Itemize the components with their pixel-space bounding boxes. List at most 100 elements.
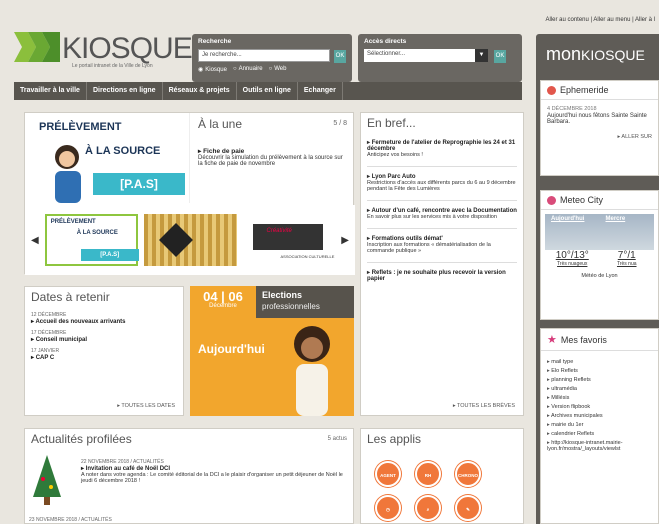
logo-name: KIOSQUE [62,32,193,65]
elections-date: 04 | 06 Décembre [190,286,256,318]
en-bref-item[interactable]: Autour d'un café, rencontre avec la Docu… [361,201,523,220]
alaune-item-title[interactable]: ▸ Fiche de paie [198,147,347,155]
favoris-list: mail type Elo Reflets planning Reflets u… [541,351,658,459]
thumb-pas[interactable]: PRÉLÈVEMENT À LA SOURCE [P.A.S] [44,214,139,266]
app-clock-icon[interactable]: ◷ [375,495,401,521]
meteo-temp2: 7°/1 [617,250,636,261]
app-rh-icon[interactable]: RH [415,461,441,487]
app-chrono-icon[interactable]: CHRONO [455,461,481,487]
meteo-day1[interactable]: Aujourd'hui [545,214,600,250]
thumb-creativite[interactable]: Créativité ASSOCIATION CULTURELLE [242,214,336,266]
hexagon-icon [158,223,193,257]
meteo-sub2: Très nua [616,261,637,267]
ephemeride-card: Ephemeride 4 DÉCEMBRE 2018 Aujourd'hui n… [540,80,659,176]
alaune-title: À la une [198,117,243,131]
acces-directs-panel: Accès directs Sélectionner... ▼ OK [358,34,522,82]
next-arrow-icon[interactable]: ▶ [341,235,349,246]
search-ok-button[interactable]: OK [334,50,346,63]
date-item[interactable]: 12 DÉCEMBREAccueil des nouveaux arrivant… [25,307,183,325]
favoris-item[interactable]: http://kiosque-intranet.mairie-lyon.fr/m… [547,438,652,453]
favoris-title: Mes favoris [560,334,607,345]
woman-photo-icon [294,326,330,416]
search-input[interactable]: Je recherche... [198,49,330,62]
alaune-count: 5 / 8 [333,120,347,127]
date-item[interactable]: 17 JANVIERCAP C [25,343,183,361]
favoris-item[interactable]: Archives municipales [547,411,652,420]
pas-line1: PRÉLÈVEMENT [39,121,122,133]
radio-annuaire[interactable]: Annuaire [233,66,263,73]
christmas-tree-icon [33,455,61,505]
acces-label: Accès directs [364,38,407,45]
chevron-down-icon[interactable]: ▼ [475,49,488,62]
dates-title: Dates à retenir [31,290,110,304]
elections-banner[interactable]: 04 | 06 Décembre Elections professionnell… [190,286,354,416]
logo-subtitle: Le portail intranet de la Ville de Lyon [72,63,153,69]
woman-illustration-icon [55,145,81,203]
acces-ok-button[interactable]: OK [494,50,506,63]
en-bref-panel: En bref... Fermeture de l'atelier de Rep… [360,112,524,416]
en-bref-item[interactable]: Fermeture de l'atelier de Reprographie l… [361,133,523,158]
acces-select[interactable]: Sélectionner... ▼ [364,49,488,62]
search-scope: Kiosque Annuaire Web [198,66,346,73]
favoris-item[interactable]: Version flipbook [547,402,652,411]
thumb-pas-a: PRÉLÈVEMENT [50,219,96,225]
nav-item-directions[interactable]: Directions en ligne [87,82,163,100]
thumb-lumieres[interactable] [143,214,237,266]
en-bref-item[interactable]: Reflets : je ne souhaite plus recevoir l… [361,263,523,282]
en-bref-item[interactable]: Lyon Parc AutoRestrictions d'accès aux d… [361,167,523,192]
meteo-temp1: 10°/13° [555,250,589,261]
actu-title: Actualités profilées [31,432,132,446]
radio-kiosque[interactable]: Kiosque [198,66,227,73]
pas-line2: À LA SOURCE [85,145,161,157]
favoris-item[interactable]: calendrier Reflets [547,429,652,438]
skip-links[interactable]: Aller au contenu | Aller au menu | Aller… [545,17,655,23]
nav-item-outils[interactable]: Outils en ligne [237,82,298,100]
favoris-item[interactable]: Millésis [547,393,652,402]
thumb-creativite-text: Créativité [266,228,292,234]
app-agent-icon[interactable]: AGENT [375,461,401,487]
radio-web[interactable]: Web [269,66,286,73]
thumb-pas-b: À LA SOURCE [76,230,118,236]
dates-panel: Dates à retenir 12 DÉCEMBREAccueil des n… [24,286,184,416]
actu-count: 5 actus [327,436,347,442]
ephemeride-title: Ephemeride [560,85,609,95]
pas-banner[interactable]: PRÉLÈVEMENT À LA SOURCE [P.A.S] [25,113,185,203]
date-item[interactable]: 17 DÉCEMBREConseil municipal [25,325,183,343]
alaune-panel: À la une 5 / 8 ▸ Fiche de paie Découvrir … [189,113,355,203]
actu-item[interactable]: 22 NOVEMBRE 2018 / ACTUALITÉS Invitation… [81,459,345,484]
une-slider: PRÉLÈVEMENT À LA SOURCE [P.A.S] À la une… [24,112,355,275]
weather-icon [547,195,556,205]
nav-item-travailler[interactable]: Travailler à la ville [14,82,87,100]
kiosque-logo[interactable]: KIOSQUE Le portail intranet de la Ville … [14,32,193,72]
main-nav: Travailler à la ville Directions en lign… [14,82,522,100]
nav-item-reseaux[interactable]: Réseaux & projets [163,82,237,100]
favoris-item[interactable]: Elo Reflets [547,366,652,375]
favoris-card: ★Mes favoris mail type Elo Reflets plann… [540,328,659,524]
app-other-icon[interactable]: ✎ [455,495,481,521]
meteo-day2[interactable]: Mercre [600,214,655,250]
thumb-pas-c: [P.A.S] [80,249,139,261]
applis-panel: Les applis AGENT RH CHRONO ◷ ⌕ ✎ [360,428,524,524]
slider-thumbs: ◀ PRÉLÈVEMENT À LA SOURCE [P.A.S] Créati… [25,205,355,275]
meteo-card: Meteo City Aujourd'hui Mercre 10°/13° 7°… [540,190,659,320]
favoris-item[interactable]: planning Reflets [547,375,652,384]
prev-arrow-icon[interactable]: ◀ [31,235,39,246]
favoris-item[interactable]: mairie du 1er [547,420,652,429]
actu-meta-2: 23 NOVEMBRE 2018 / ACTUALITÉS [29,517,112,523]
calendar-icon [547,85,556,95]
ephemeride-more-link[interactable]: ▸ ALLER SUR [541,126,658,140]
alaune-item-desc: Découvrir la simulation du prélèvement à… [198,155,343,167]
acces-select-value: Sélectionner... [367,51,406,57]
elections-today: Aujourd'hui [198,342,265,356]
nav-item-echanger[interactable]: Echanger [298,82,343,100]
ephemeride-date: 4 DÉCEMBRE 2018 [547,106,597,112]
en-bref-item[interactable]: Formations outils démat'Inscription aux … [361,229,523,254]
search-label: Recherche [198,38,232,45]
all-breves-link[interactable]: ▸ TOUTES LES BRÈVES [453,403,515,409]
actualites-panel: Actualités profilées 5 actus 22 NOVEMBRE … [24,428,354,524]
app-search-icon[interactable]: ⌕ [415,495,441,521]
favoris-item[interactable]: ultramédia [547,384,652,393]
star-icon: ★ [547,334,557,346]
favoris-item[interactable]: mail type [547,357,652,366]
all-dates-link[interactable]: ▸ TOUTES LES DATES [117,403,175,409]
